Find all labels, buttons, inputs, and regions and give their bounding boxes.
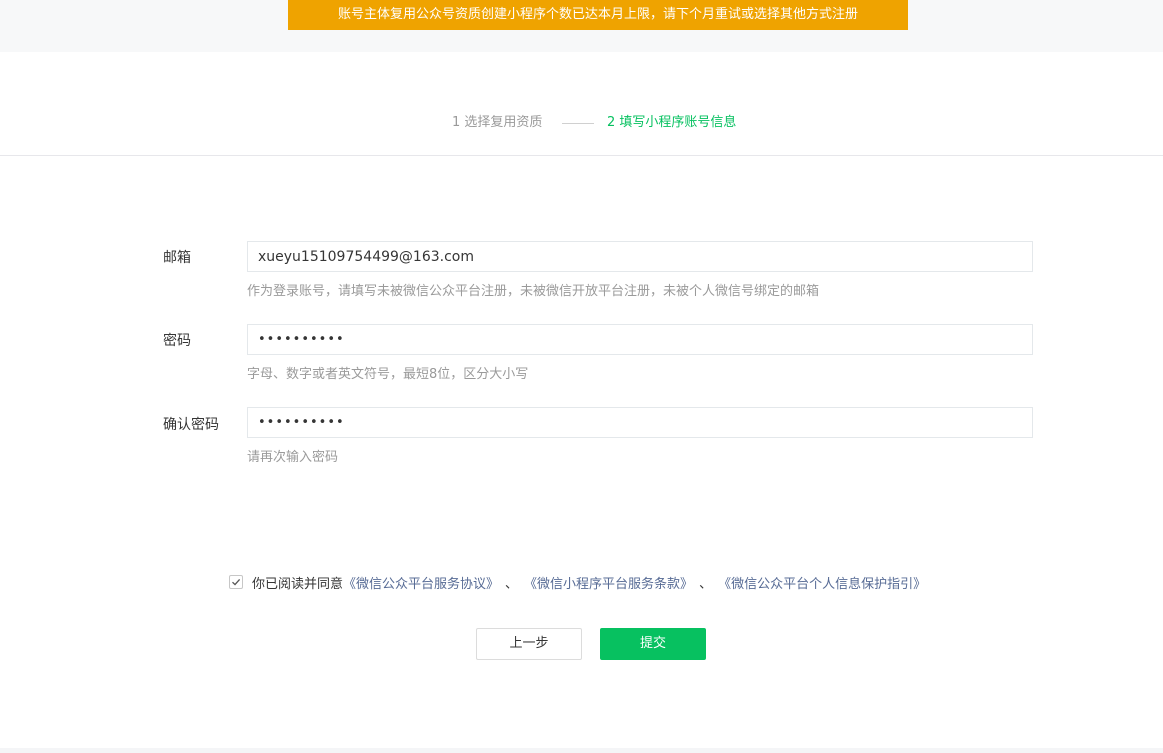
password-label: 密码 xyxy=(163,333,191,349)
email-tip: 作为登录账号，请填写未被微信公众平台注册，未被微信开放平台注册，未被个人微信号绑… xyxy=(247,284,820,299)
agreement-separator: 、 xyxy=(699,576,713,592)
check-icon xyxy=(232,578,241,586)
link-miniprogram-terms[interactable]: 《微信小程序平台服务条款》 xyxy=(524,573,693,592)
agreement-row: 你已阅读并同意 《微信公众平台服务协议》 、 《微信小程序平台服务条款》 、 《… xyxy=(229,573,926,592)
step-1-label: 1 选择复用资质 xyxy=(452,115,543,130)
step-2-label: 2 填写小程序账号信息 xyxy=(607,115,737,130)
link-service-agreement[interactable]: 《微信公众平台服务协议》 xyxy=(343,573,499,592)
warning-banner: 账号主体复用公众号资质创建小程序个数已达本月上限，请下个月重试或选择其他方式注册 xyxy=(288,0,908,30)
prev-step-button[interactable]: 上一步 xyxy=(476,628,582,660)
password-tip: 字母、数字或者英文符号，最短8位，区分大小写 xyxy=(247,367,529,382)
link-privacy-guide[interactable]: 《微信公众平台个人信息保护指引》 xyxy=(718,573,926,592)
step-separator xyxy=(562,123,594,124)
agreement-checkbox[interactable] xyxy=(229,575,243,589)
password-field[interactable] xyxy=(247,324,1033,355)
email-label: 邮箱 xyxy=(163,250,191,266)
steps-divider xyxy=(0,155,1163,156)
bottom-divider xyxy=(0,748,1163,753)
email-field[interactable] xyxy=(247,241,1033,272)
confirm-password-tip: 请再次输入密码 xyxy=(247,450,339,465)
submit-button[interactable]: 提交 xyxy=(600,628,706,660)
confirm-password-label: 确认密码 xyxy=(163,417,219,433)
agreement-prefix: 你已阅读并同意 xyxy=(252,576,344,592)
confirm-password-field[interactable] xyxy=(247,407,1033,438)
agreement-separator: 、 xyxy=(505,576,519,592)
